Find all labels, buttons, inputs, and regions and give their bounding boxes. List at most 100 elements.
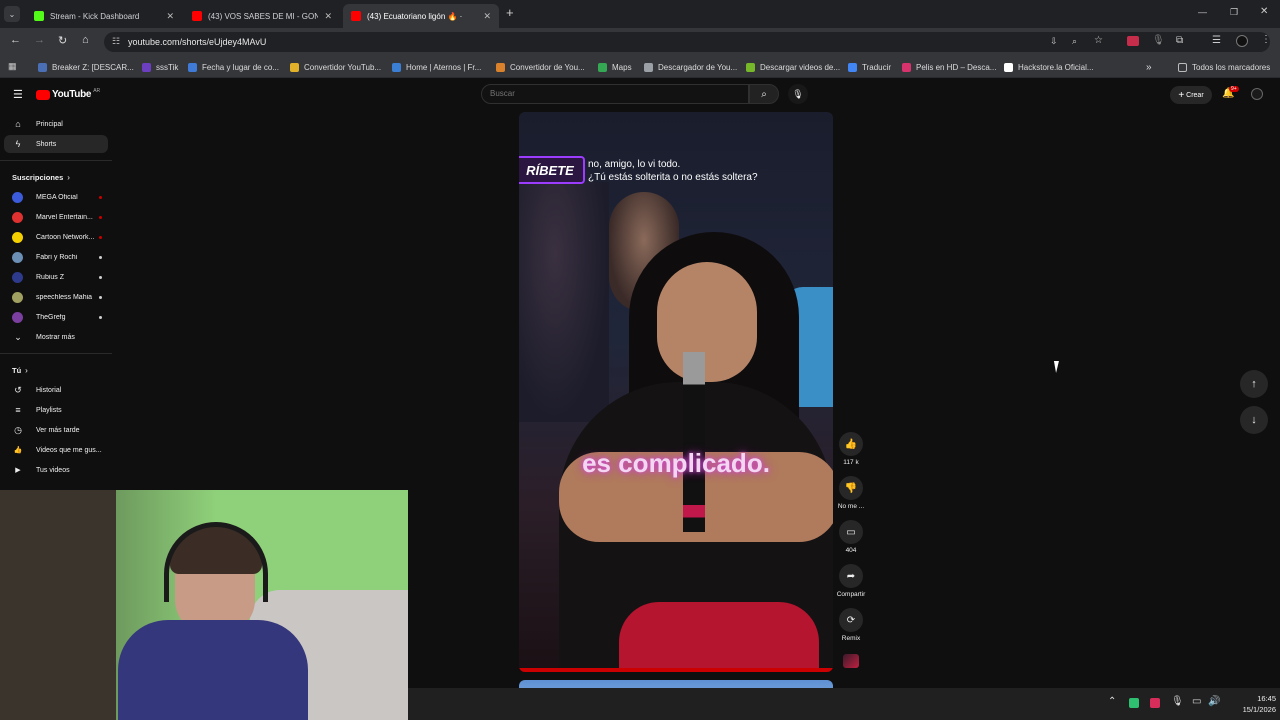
all-bookmarks-folder[interactable]: Todos los marcadores <box>1178 56 1270 78</box>
sidebar-item-historial[interactable]: ↺ Historial <box>0 381 112 399</box>
bookmark-item[interactable]: Traducir <box>848 56 891 78</box>
tab-youtube-2[interactable]: (43) Ecuatoriano ligón 🔥 · ✕ <box>343 4 499 28</box>
clock-date[interactable]: 15/1/2026 <box>1226 705 1276 714</box>
tray-display-icon[interactable]: ▭ <box>1192 696 1201 707</box>
clock-time[interactable]: 16:45 <box>1240 694 1276 703</box>
sound-thumbnail[interactable] <box>843 654 859 668</box>
close-icon[interactable]: ✕ <box>324 11 332 22</box>
zoom-icon[interactable]: ⌕ <box>1072 36 1077 47</box>
bookmark-icon <box>188 62 197 72</box>
bookmark-label: Hackstore.la Oficial... <box>1018 62 1094 72</box>
bookmark-item[interactable]: Convertidor de You... <box>496 56 585 78</box>
home-icon: ⌂ <box>15 119 21 129</box>
subscription-item[interactable]: MEGA Oficial <box>0 188 112 206</box>
like-button[interactable]: 👍 <box>839 432 863 456</box>
extensions-icon[interactable]: ⧉ <box>1176 35 1183 46</box>
share-button[interactable]: ➦ <box>839 564 863 588</box>
apps-icon[interactable]: ▦ <box>8 61 17 72</box>
tray-chevron-icon[interactable]: ⌃ <box>1108 696 1116 707</box>
subscription-item[interactable]: Cartoon Network... <box>0 228 112 246</box>
subscription-item[interactable]: Fabri y Rochi <box>0 248 112 266</box>
microphone-ext-icon[interactable]: 🎙 <box>1152 35 1165 46</box>
bookmark-item[interactable]: Convertidor YouTub... <box>290 56 381 78</box>
guide-menu-icon[interactable]: ☰ <box>13 88 23 101</box>
create-label: Crear <box>1186 91 1204 99</box>
reload-icon[interactable]: ↻ <box>58 34 67 47</box>
bookmark-item[interactable]: Descargar videos de... <box>746 56 840 78</box>
sidebar-item-shorts[interactable]: ϟ Shorts <box>4 135 108 153</box>
bookmark-item[interactable]: Maps <box>598 56 632 78</box>
new-content-dot-icon <box>99 295 102 299</box>
star-icon[interactable]: ☆ <box>1094 35 1103 46</box>
voice-search-button[interactable]: 🎙 <box>788 84 808 104</box>
site-info-icon[interactable]: ☷ <box>112 36 120 47</box>
menu-icon[interactable]: ⋮ <box>1261 34 1271 45</box>
show-more-label: Mostrar más <box>36 333 75 341</box>
install-icon[interactable]: ⇩ <box>1050 36 1058 47</box>
bookmark-item[interactable]: Descargador de You... <box>644 56 737 78</box>
new-tab-button[interactable]: + <box>506 5 514 20</box>
subscription-item[interactable]: speechless Mahia <box>0 288 112 306</box>
bookmark-item[interactable]: Hackstore.la Oficial... <box>1004 56 1094 78</box>
channel-avatar <box>12 271 23 283</box>
audience-left <box>519 182 609 422</box>
restore-button[interactable]: ❐ <box>1230 7 1238 18</box>
comment-count: 404 <box>845 547 857 554</box>
youtube-icon <box>192 11 202 21</box>
tab-search-button[interactable]: ⌄ <box>4 6 20 22</box>
reading-list-icon[interactable]: ☰ <box>1212 35 1221 46</box>
tray-volume-icon[interactable]: 🔊 <box>1208 696 1220 707</box>
create-button[interactable]: + Crear <box>1170 86 1212 104</box>
bookmark-item[interactable]: Breaker Z: [DESCAR... <box>38 56 134 78</box>
subscription-item[interactable]: TheGrefg <box>0 308 112 326</box>
previous-short-button[interactable]: ↑ <box>1240 370 1268 398</box>
sidebar-item-playlists[interactable]: ≡ Playlists <box>0 401 112 419</box>
tray-mic-icon[interactable]: 🎙 <box>1171 696 1184 707</box>
address-bar[interactable]: ☷ youtube.com/shorts/eUjdey4MAvU ⇩ ⌕ ☆ <box>104 32 1270 52</box>
you-header[interactable]: Tú › <box>0 361 112 379</box>
subscription-item[interactable]: Marvel Entertain... <box>0 208 112 226</box>
subscribe-badge[interactable]: RÍBETE <box>519 156 585 184</box>
new-content-dot-icon <box>99 275 102 279</box>
channel-name: Fabri y Rochi <box>36 253 78 261</box>
bookmark-item[interactable]: Fecha y lugar de co... <box>188 56 279 78</box>
bookmark-item[interactable]: sssTik <box>142 56 178 78</box>
sidebar-item-principal[interactable]: ⌂ Principal <box>0 115 112 133</box>
more-bookmarks-button[interactable]: » <box>1146 56 1152 78</box>
tab-kick[interactable]: Stream - Kick Dashboard ✕ <box>26 4 182 28</box>
show-more-button[interactable]: ⌄ Mostrar más <box>0 328 112 346</box>
sidebar-item-liked[interactable]: 👍 Videos que me gus... <box>0 441 112 459</box>
history-icon: ↺ <box>14 384 22 395</box>
short-video-player[interactable]: RÍBETE no, amigo, lo vi todo. ¿Tú estás … <box>519 112 833 672</box>
woman-face <box>657 262 757 382</box>
minimize-button[interactable]: — <box>1198 7 1207 17</box>
remix-button[interactable]: ⟳ <box>839 608 863 632</box>
search-button[interactable]: ⌕ <box>749 84 779 104</box>
back-icon[interactable]: ← <box>10 34 21 46</box>
progress-bar[interactable] <box>519 668 833 672</box>
account-avatar[interactable] <box>1251 88 1263 100</box>
forward-icon[interactable]: → <box>34 34 45 46</box>
extension-red-icon[interactable] <box>1127 36 1139 46</box>
next-short-button[interactable]: ↓ <box>1240 406 1268 434</box>
search-box[interactable] <box>481 84 749 104</box>
sidebar-item-watch-later[interactable]: ◷ Ver más tarde <box>0 421 112 439</box>
tray-app-icon-red[interactable] <box>1150 698 1160 708</box>
subscription-item[interactable]: Rubius Z <box>0 268 112 286</box>
home-button-icon[interactable]: ⌂ <box>82 34 89 46</box>
profile-avatar[interactable] <box>1236 35 1248 47</box>
youtube-logo[interactable]: YouTube AR <box>36 88 100 100</box>
bookmark-item[interactable]: Home | Aternos | Fr... <box>392 56 481 78</box>
comments-button[interactable]: ▭ <box>839 520 863 544</box>
tray-app-icon-green[interactable] <box>1129 698 1139 708</box>
close-icon[interactable]: ✕ <box>166 11 174 22</box>
tab-youtube-1[interactable]: (43) VOS SABES DE MI - GONZ ✕ <box>184 4 340 28</box>
liked-icon: 👍 <box>13 447 23 454</box>
close-icon[interactable]: ✕ <box>483 11 491 22</box>
dislike-button[interactable]: 👎 <box>839 476 863 500</box>
sidebar-item-your-videos[interactable]: ▶ Tus videos <box>0 461 112 479</box>
bookmark-item[interactable]: Pelis en HD – Desca... <box>902 56 996 78</box>
close-window-button[interactable]: ✕ <box>1260 6 1268 17</box>
search-input[interactable] <box>490 89 730 98</box>
subscriptions-header[interactable]: Suscripciones › <box>0 168 112 186</box>
